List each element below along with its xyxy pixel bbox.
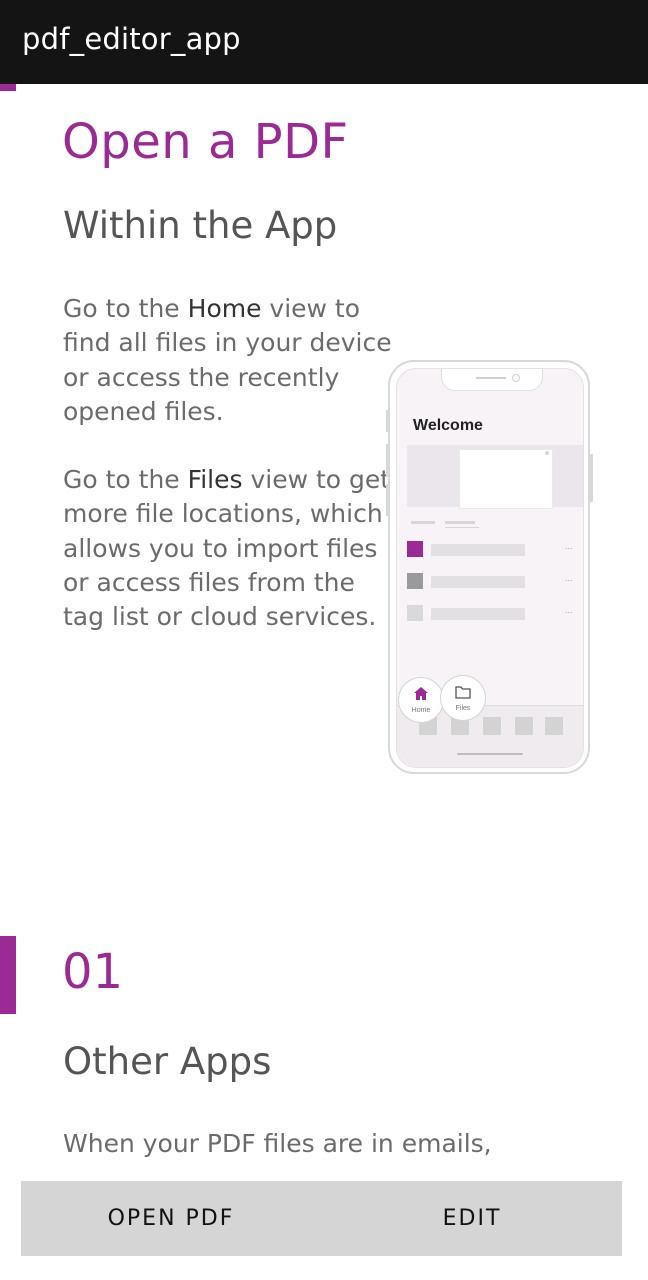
tab-placeholder bbox=[445, 521, 475, 524]
action-bar: OPEN PDF EDIT bbox=[21, 1181, 622, 1256]
file-thumbnail bbox=[407, 573, 423, 589]
edit-button[interactable]: EDIT bbox=[322, 1181, 622, 1256]
section-subtitle-other-apps: Other Apps bbox=[63, 1040, 272, 1083]
file-thumbnail bbox=[407, 605, 423, 621]
file-row-placeholder bbox=[431, 576, 525, 588]
file-thumbnail bbox=[407, 541, 423, 557]
file-row-placeholder bbox=[431, 608, 525, 620]
folder-icon bbox=[455, 686, 471, 699]
home-indicator bbox=[457, 753, 523, 755]
phone-side-button bbox=[386, 484, 389, 516]
phone-side-button bbox=[590, 454, 593, 502]
app-bar: pdf_editor_app bbox=[0, 0, 648, 84]
help-content[interactable]: Open a PDF Within the App Go to the Home… bbox=[0, 84, 648, 1180]
files-label: Files bbox=[455, 705, 471, 712]
other-apps-description: When your PDF files are in emails, bbox=[63, 1129, 492, 1158]
phone-side-button bbox=[386, 444, 389, 476]
file-row-placeholder bbox=[431, 544, 525, 556]
home-view-description: Go to the Home view to find all files in… bbox=[63, 294, 392, 426]
home-label: Home bbox=[411, 707, 431, 714]
section-accent-bar bbox=[0, 936, 16, 1014]
section-subtitle: Within the App bbox=[63, 204, 338, 247]
more-icon: ... bbox=[565, 541, 573, 551]
app-title: pdf_editor_app bbox=[22, 22, 241, 56]
files-view-description: Go to the Files view to get more file lo… bbox=[63, 465, 391, 632]
home-nav-illustration: Home bbox=[398, 677, 444, 723]
more-icon: ... bbox=[565, 573, 573, 583]
home-icon bbox=[414, 687, 428, 700]
open-pdf-button[interactable]: OPEN PDF bbox=[21, 1181, 321, 1256]
tab-placeholder bbox=[411, 521, 435, 524]
phone-illustration: Welcome ... ... ... Home Files bbox=[386, 360, 593, 774]
phone-side-button bbox=[386, 410, 389, 432]
welcome-heading: Welcome bbox=[413, 417, 483, 434]
section-title: Open a PDF bbox=[62, 114, 349, 170]
step-number: 01 bbox=[62, 944, 124, 1000]
files-nav-illustration: Files bbox=[440, 675, 486, 721]
more-icon: ... bbox=[565, 605, 573, 615]
accent-marker-top bbox=[0, 84, 16, 91]
phone-notch bbox=[441, 369, 543, 391]
banner-card bbox=[459, 449, 553, 509]
